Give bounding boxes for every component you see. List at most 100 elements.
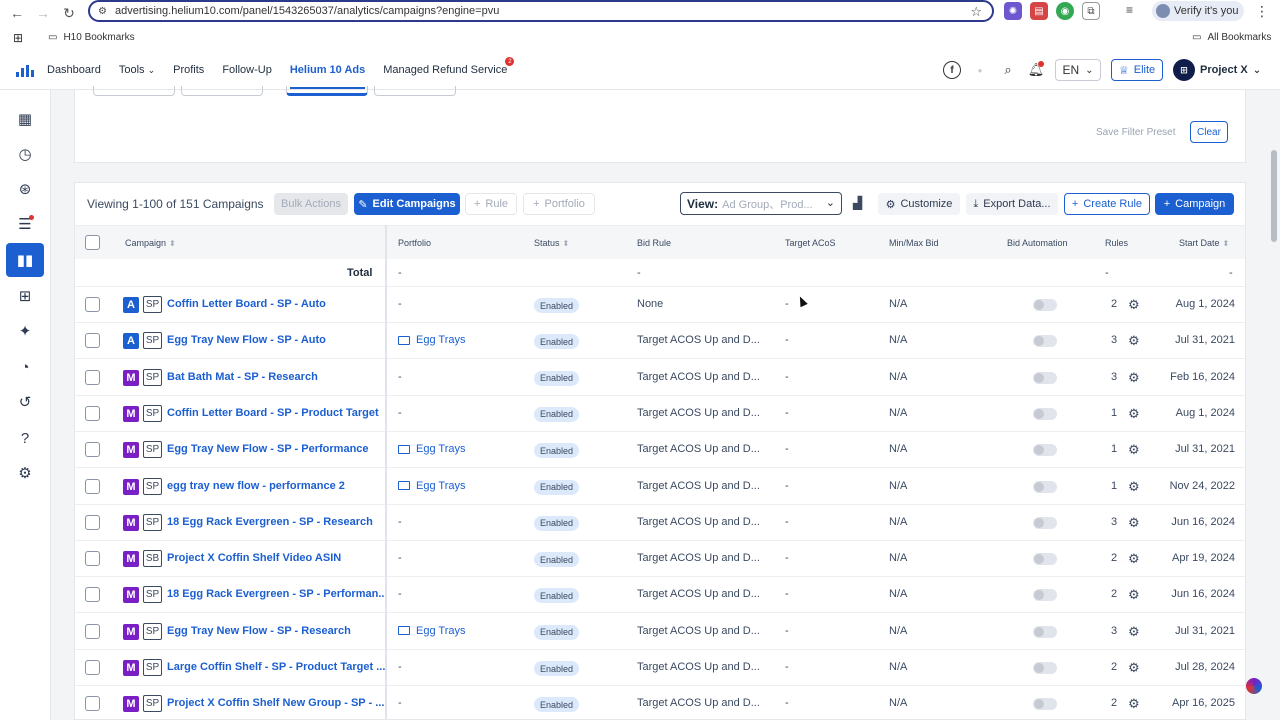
- nav-managed-refund-service[interactable]: Managed Refund Service 2: [383, 57, 515, 76]
- grid-icon[interactable]: ▦: [6, 102, 44, 136]
- nav-tools[interactable]: Tools ⌄: [119, 64, 155, 76]
- magic-wand-icon[interactable]: ✦: [6, 314, 44, 348]
- save-filter-preset-button[interactable]: Save Filter Preset: [1096, 127, 1175, 138]
- row-checkbox[interactable]: [85, 333, 100, 349]
- checklist-icon[interactable]: ☰: [6, 207, 44, 241]
- row-checkbox[interactable]: [85, 660, 100, 675]
- rule-settings-gear-icon[interactable]: ⚙: [1128, 297, 1140, 313]
- clear-filters-button[interactable]: Clear: [1190, 121, 1228, 143]
- help-icon[interactable]: ?: [6, 421, 44, 455]
- rule-settings-gear-icon[interactable]: ⚙: [1128, 442, 1140, 458]
- column-divider[interactable]: [385, 225, 387, 719]
- table-row[interactable]: M SP Egg Tray New Flow - SP - Performance E…: [75, 432, 1245, 469]
- add-portfolio-button[interactable]: + Portfolio: [523, 193, 595, 215]
- col-rules[interactable]: Rules: [1105, 238, 1128, 248]
- bid-automation-toggle[interactable]: [1033, 589, 1057, 602]
- table-row[interactable]: M SP Egg Tray New Flow - SP - Research Egg …: [75, 614, 1245, 650]
- facebook-icon[interactable]: f: [943, 61, 961, 79]
- bookmark-star-icon[interactable]: ☆: [970, 4, 982, 20]
- col-start-date[interactable]: Start Date ⬍: [1179, 238, 1229, 248]
- bell-icon[interactable]: 🔔︎: [1027, 61, 1045, 79]
- campaign-name-link[interactable]: Large Coffin Shelf - SP - Product Target…: [167, 661, 385, 673]
- filter-select[interactable]: [93, 86, 175, 96]
- table-row[interactable]: M SP 18 Egg Rack Evergreen - SP - Performa…: [75, 577, 1245, 614]
- table-row[interactable]: M SP 18 Egg Rack Evergreen - SP - Research…: [75, 505, 1245, 541]
- rule-settings-gear-icon[interactable]: ⚙: [1128, 370, 1140, 386]
- col-campaign[interactable]: Campaign ⬍: [125, 238, 176, 248]
- bid-automation-toggle[interactable]: [1033, 407, 1057, 420]
- browser-menu-icon[interactable]: ⋮: [1255, 3, 1269, 20]
- bookmark-folder-h10[interactable]: ▭ H10 Bookmarks: [48, 32, 135, 43]
- export-data-button[interactable]: ⤓ Export Data...: [966, 193, 1058, 215]
- row-checkbox[interactable]: [85, 405, 100, 421]
- apps-grid-icon[interactable]: ⊞: [13, 31, 23, 45]
- nav-profits[interactable]: Profits: [173, 64, 204, 76]
- rule-settings-gear-icon[interactable]: ⚙: [1128, 624, 1140, 640]
- rule-settings-gear-icon[interactable]: ⚙: [1128, 551, 1140, 567]
- bid-automation-toggle[interactable]: [1033, 698, 1057, 711]
- row-checkbox[interactable]: [85, 587, 100, 603]
- row-checkbox[interactable]: [85, 514, 100, 530]
- col-portfolio[interactable]: Portfolio: [398, 238, 431, 248]
- chart-toggle-icon[interactable]: ▟: [853, 196, 862, 210]
- rule-settings-gear-icon[interactable]: ⚙: [1128, 333, 1140, 349]
- campaign-name-link[interactable]: Egg Tray New Flow - SP - Performance: [167, 443, 369, 455]
- bid-rule-cell[interactable]: Target ACOS Up and D...: [637, 516, 760, 528]
- pie-chart-icon[interactable]: ◔: [6, 350, 44, 384]
- bid-automation-toggle[interactable]: [1033, 553, 1057, 566]
- rule-settings-gear-icon[interactable]: ⚙: [1128, 660, 1140, 676]
- portfolio-link[interactable]: Egg Trays: [398, 625, 466, 637]
- profile-verify-button[interactable]: Verify it's you: [1152, 1, 1244, 21]
- helium10-logo[interactable]: [16, 65, 34, 77]
- rule-settings-gear-icon[interactable]: ⚙: [1128, 406, 1140, 422]
- table-row[interactable]: M SP Project X Coffin Shelf New Group - SP…: [75, 686, 1245, 719]
- all-bookmarks[interactable]: ▭ All Bookmarks: [1192, 32, 1271, 43]
- sparkle-search-icon[interactable]: ⌕: [999, 61, 1017, 79]
- gauge-icon[interactable]: ◷: [6, 137, 44, 171]
- history-icon[interactable]: ↺: [6, 385, 44, 419]
- new-campaign-button[interactable]: + Campaign: [1155, 193, 1234, 215]
- bid-rule-cell[interactable]: Target ACOS Up and D...: [637, 407, 760, 419]
- language-select[interactable]: EN ⌄: [1055, 59, 1101, 81]
- extension-icon[interactable]: ▤: [1030, 2, 1048, 20]
- bid-rule-cell[interactable]: Target ACOS Up and D...: [637, 334, 760, 346]
- row-checkbox[interactable]: [85, 369, 100, 385]
- site-info-icon[interactable]: ⚙: [98, 6, 107, 17]
- customize-button[interactable]: ⚙ Customize: [878, 193, 960, 215]
- portfolio-link[interactable]: Egg Trays: [398, 443, 466, 455]
- bid-automation-toggle[interactable]: [1033, 299, 1057, 311]
- address-bar[interactable]: ⚙ advertising.helium10.com/panel/1543265…: [88, 0, 994, 22]
- table-row[interactable]: M SP Large Coffin Shelf - SP - Product Tar…: [75, 650, 1245, 686]
- bid-automation-toggle[interactable]: [1033, 662, 1057, 674]
- create-rule-button[interactable]: + Create Rule: [1064, 193, 1150, 215]
- reading-list-icon[interactable]: ≡: [1126, 3, 1133, 17]
- col-bid-automation[interactable]: Bid Automation: [1007, 238, 1068, 248]
- bulk-actions-button[interactable]: Bulk Actions: [274, 193, 348, 215]
- bid-rule-cell[interactable]: Target ACOS Up and D...: [637, 552, 760, 564]
- assistant-chat-icon[interactable]: [1246, 678, 1262, 694]
- analytics-bar-chart-icon[interactable]: ▮▮: [6, 243, 44, 277]
- table-icon[interactable]: ⊞: [6, 279, 44, 313]
- portfolio-link[interactable]: Egg Trays: [398, 334, 466, 346]
- rule-settings-gear-icon[interactable]: ⚙: [1128, 696, 1140, 712]
- rule-settings-gear-icon[interactable]: ⚙: [1128, 515, 1140, 531]
- table-row[interactable]: M SP Bat Bath Mat - SP - Research - Enabled T…: [75, 360, 1245, 396]
- bid-rule-cell[interactable]: Target ACOS Up and D...: [637, 371, 760, 383]
- table-row[interactable]: M SP Coffin Letter Board - SP - Product Ta…: [75, 396, 1245, 432]
- bid-rule-cell[interactable]: Target ACOS Up and D...: [637, 661, 760, 673]
- select-all-checkbox[interactable]: [85, 235, 100, 250]
- plan-elite-button[interactable]: ♕ Elite: [1111, 59, 1163, 81]
- table-row[interactable]: M SB Project X Coffin Shelf Video ASIN - Ena…: [75, 541, 1245, 578]
- add-rule-button[interactable]: + Rule: [465, 193, 517, 215]
- bid-automation-toggle[interactable]: [1033, 371, 1057, 384]
- nav-follow-up[interactable]: Follow-Up: [222, 64, 272, 76]
- campaign-name-link[interactable]: 18 Egg Rack Evergreen - SP - Performan..…: [167, 588, 388, 600]
- campaign-name-link[interactable]: Coffin Letter Board - SP - Product Targe…: [167, 407, 379, 419]
- bid-automation-toggle[interactable]: [1033, 480, 1057, 493]
- bid-rule-cell[interactable]: Target ACOS Up and D...: [637, 480, 760, 492]
- rule-settings-gear-icon[interactable]: ⚙: [1128, 587, 1140, 603]
- campaign-name-link[interactable]: Egg Tray New Flow - SP - Auto: [167, 334, 326, 346]
- row-checkbox[interactable]: [85, 623, 100, 639]
- row-checkbox[interactable]: [85, 551, 100, 567]
- rule-settings-gear-icon[interactable]: ⚙: [1128, 479, 1140, 495]
